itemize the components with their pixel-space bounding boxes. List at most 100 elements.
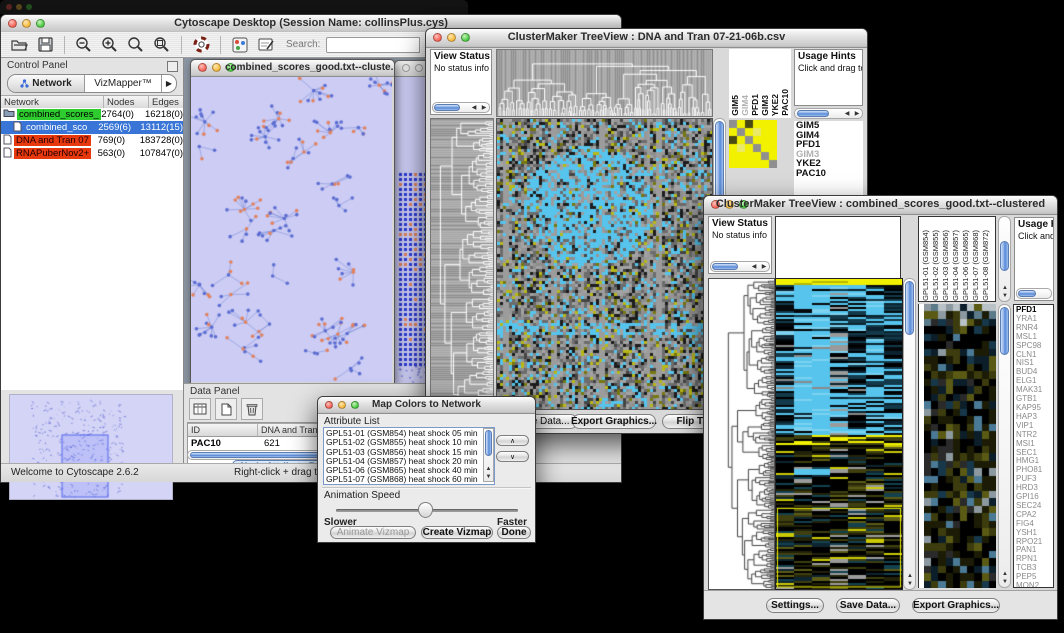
map-dialog-titlebar[interactable]: Map Colors to Network xyxy=(318,397,535,414)
tv1-usage-hints: Usage Hints Click and drag tc xyxy=(794,49,863,106)
tv2-settings-button[interactable]: Settings... xyxy=(766,598,824,613)
tv1-column-labels: GIM5GIM4PFD1GIM3YKE2PAC10 xyxy=(729,49,791,118)
tv2-detail-heatmap[interactable] xyxy=(924,304,996,588)
zoom-out-icon[interactable] xyxy=(74,35,94,55)
network-view-canvas[interactable] xyxy=(191,77,392,382)
tv2-heatmap-vscrollbar[interactable]: ▲▼ xyxy=(903,278,916,590)
tv1-column-label[interactable]: PFD1 xyxy=(751,94,760,116)
trash-icon[interactable] xyxy=(241,398,263,420)
status-welcome: Welcome to Cytoscape 2.6.2 xyxy=(11,467,139,478)
network-row[interactable]: combined_sco2569(6)13112(15) xyxy=(1,121,183,134)
tv2-column-label[interactable]: GPL51-03 (GSM856) xyxy=(941,230,950,301)
network-nodes: 2764(0) xyxy=(101,109,145,120)
table-icon[interactable] xyxy=(189,398,211,420)
network-row[interactable]: combined_scores_2764(0)16218(0) xyxy=(1,108,183,121)
tv1-column-label[interactable]: GIM5 xyxy=(731,95,740,116)
zoom-in-icon[interactable] xyxy=(100,35,120,55)
data-row-value: 621 xyxy=(261,438,280,449)
tv2-column-label[interactable]: GPL51-04 (GSM857) xyxy=(951,230,960,301)
move-down-button[interactable]: ∨ xyxy=(496,451,529,462)
network-nodes: 2569(6) xyxy=(98,122,140,133)
close-icon[interactable] xyxy=(402,64,410,72)
tv1-row-label[interactable]: PAC10 xyxy=(796,169,863,179)
animate-vizmap-button[interactable]: Animate Vizmap xyxy=(330,526,416,539)
network-name: combined_sco xyxy=(24,122,89,133)
network-edges: 183728(0) xyxy=(140,135,183,146)
network-name-cell: DNA and Tran 07 xyxy=(1,134,98,148)
treeview1-titlebar[interactable]: ClusterMaker TreeView : DNA and Tran 07-… xyxy=(426,29,867,48)
tv1-selection-heatmap[interactable] xyxy=(729,120,777,168)
control-panel-title: Control Panel xyxy=(1,58,183,71)
file-icon xyxy=(3,134,12,148)
move-up-button[interactable]: ∧ xyxy=(496,435,529,446)
network-row[interactable]: DNA and Tran 07769(0)183728(0) xyxy=(1,134,183,147)
attribute-list[interactable]: GPL51-01 (GSM854) heat shock 05 minGPL51… xyxy=(323,427,495,485)
tv1-column-label[interactable]: GIM4 xyxy=(741,95,750,116)
attribute-list-item[interactable]: GPL51-07 (GSM868) heat shock 60 min xyxy=(326,475,494,484)
tv2-column-label[interactable]: GPL51-01 (GSM854) xyxy=(921,230,930,301)
minimize-icon[interactable] xyxy=(415,64,423,72)
tv2-usage-hscrollbar[interactable] xyxy=(1016,288,1052,299)
tv2-detail-vscrollbar[interactable]: ▲▼ xyxy=(998,304,1011,588)
attribute-list-vscrollbar[interactable]: ▲▼ xyxy=(483,428,494,482)
data-row-id: PAC10 xyxy=(188,438,261,449)
network-name-cell: combined_sco xyxy=(1,121,98,135)
network-tab-icon xyxy=(20,79,29,88)
tv1-column-label[interactable]: PAC10 xyxy=(781,89,790,116)
network-window-a[interactable]: combined_scores_good.txt--cluste... xyxy=(190,59,395,383)
tv2-view-status: View Status No status info ◀▶ xyxy=(708,216,772,274)
tv2-export-graphics-button[interactable]: Export Graphics... xyxy=(912,598,1000,613)
treeview2-window: ClusterMaker TreeView : combined_scores_… xyxy=(703,195,1058,620)
search-input[interactable] xyxy=(326,37,420,53)
tv2-labels-vscrollbar[interactable]: ▲▼ xyxy=(998,216,1011,302)
tv2-heatmap-canvas[interactable] xyxy=(775,278,903,590)
tv1-usage-hscrollbar[interactable]: ◀▶ xyxy=(794,108,863,119)
tv2-column-label[interactable]: GPL51-06 (GSM865) xyxy=(961,230,970,301)
tv2-column-label[interactable]: GPL51-08 (GSM872) xyxy=(981,230,990,301)
tv1-heatmap-canvas[interactable] xyxy=(496,118,713,410)
tv1-column-label[interactable]: GIM3 xyxy=(761,95,770,116)
annotation-icon[interactable] xyxy=(256,35,276,55)
map-dialog-title: Map Colors to Network xyxy=(318,399,535,410)
tv2-column-label[interactable]: GPL51-02 (GSM855) xyxy=(931,230,940,301)
tv1-row-dendrogram[interactable] xyxy=(430,118,494,410)
zoom-fit-icon[interactable] xyxy=(126,35,146,55)
tv2-row-dendrogram[interactable] xyxy=(708,278,775,590)
tv1-export-graphics-button[interactable]: Export Graphics... xyxy=(572,414,656,429)
network-name-cell: combined_scores_ xyxy=(1,108,101,121)
birdseye-panel xyxy=(1,390,183,464)
control-panel: Control Panel Network VizMapper™ ▶ Netwo… xyxy=(1,58,184,464)
zoom-selected-icon[interactable] xyxy=(152,35,172,55)
create-vizmap-button[interactable]: Create Vizmap xyxy=(421,526,493,539)
network-list-empty xyxy=(1,160,183,391)
tv2-column-label[interactable]: GPL51-07 (GSM868) xyxy=(971,230,980,301)
tab-vizmapper[interactable]: VizMapper™ xyxy=(84,75,161,92)
tv2-status-hscrollbar[interactable]: ◀▶ xyxy=(710,261,770,272)
slider-thumb[interactable] xyxy=(418,502,433,518)
treeview2-titlebar[interactable]: ClusterMaker TreeView : combined_scores_… xyxy=(704,196,1057,215)
background-window-titlebar xyxy=(0,0,468,14)
float-panel-icon[interactable] xyxy=(167,61,178,72)
tab-overflow-icon[interactable]: ▶ xyxy=(161,75,176,92)
network-name: combined_scores_ xyxy=(17,109,101,120)
tv2-save-data-button[interactable]: Save Data... xyxy=(836,598,900,613)
network-view-title: combined_scores_good.txt--cluste... xyxy=(191,62,394,73)
network-nodes: 769(0) xyxy=(98,135,140,146)
file-icon xyxy=(13,121,22,135)
tv1-column-dendrogram[interactable] xyxy=(496,49,713,117)
vizmapper-icon[interactable] xyxy=(230,35,250,55)
gene-list-item[interactable]: MON2 xyxy=(1016,582,1053,588)
desktop: Cytoscape Desktop (Session Name: collins… xyxy=(0,0,1064,633)
network-row[interactable]: RNAPuberNov2+563(0)107847(0) xyxy=(1,147,183,160)
tv1-column-label[interactable]: YKE2 xyxy=(771,94,780,116)
help-icon[interactable] xyxy=(191,35,211,55)
document-icon[interactable] xyxy=(215,398,237,420)
tv1-status-hscrollbar[interactable]: ◀▶ xyxy=(432,102,490,113)
save-icon[interactable] xyxy=(35,35,55,55)
network-name: RNAPuberNov2+ xyxy=(14,148,91,159)
open-icon[interactable] xyxy=(9,35,29,55)
tab-network[interactable]: Network xyxy=(8,75,84,92)
birdseye-view-canvas[interactable] xyxy=(9,394,173,500)
tv2-gene-list[interactable]: PFD1YRA1RNR4MSL1SPC98CLN1NIS1BUD4ELG1MAK… xyxy=(1013,304,1054,588)
done-button[interactable]: Done xyxy=(497,526,531,539)
